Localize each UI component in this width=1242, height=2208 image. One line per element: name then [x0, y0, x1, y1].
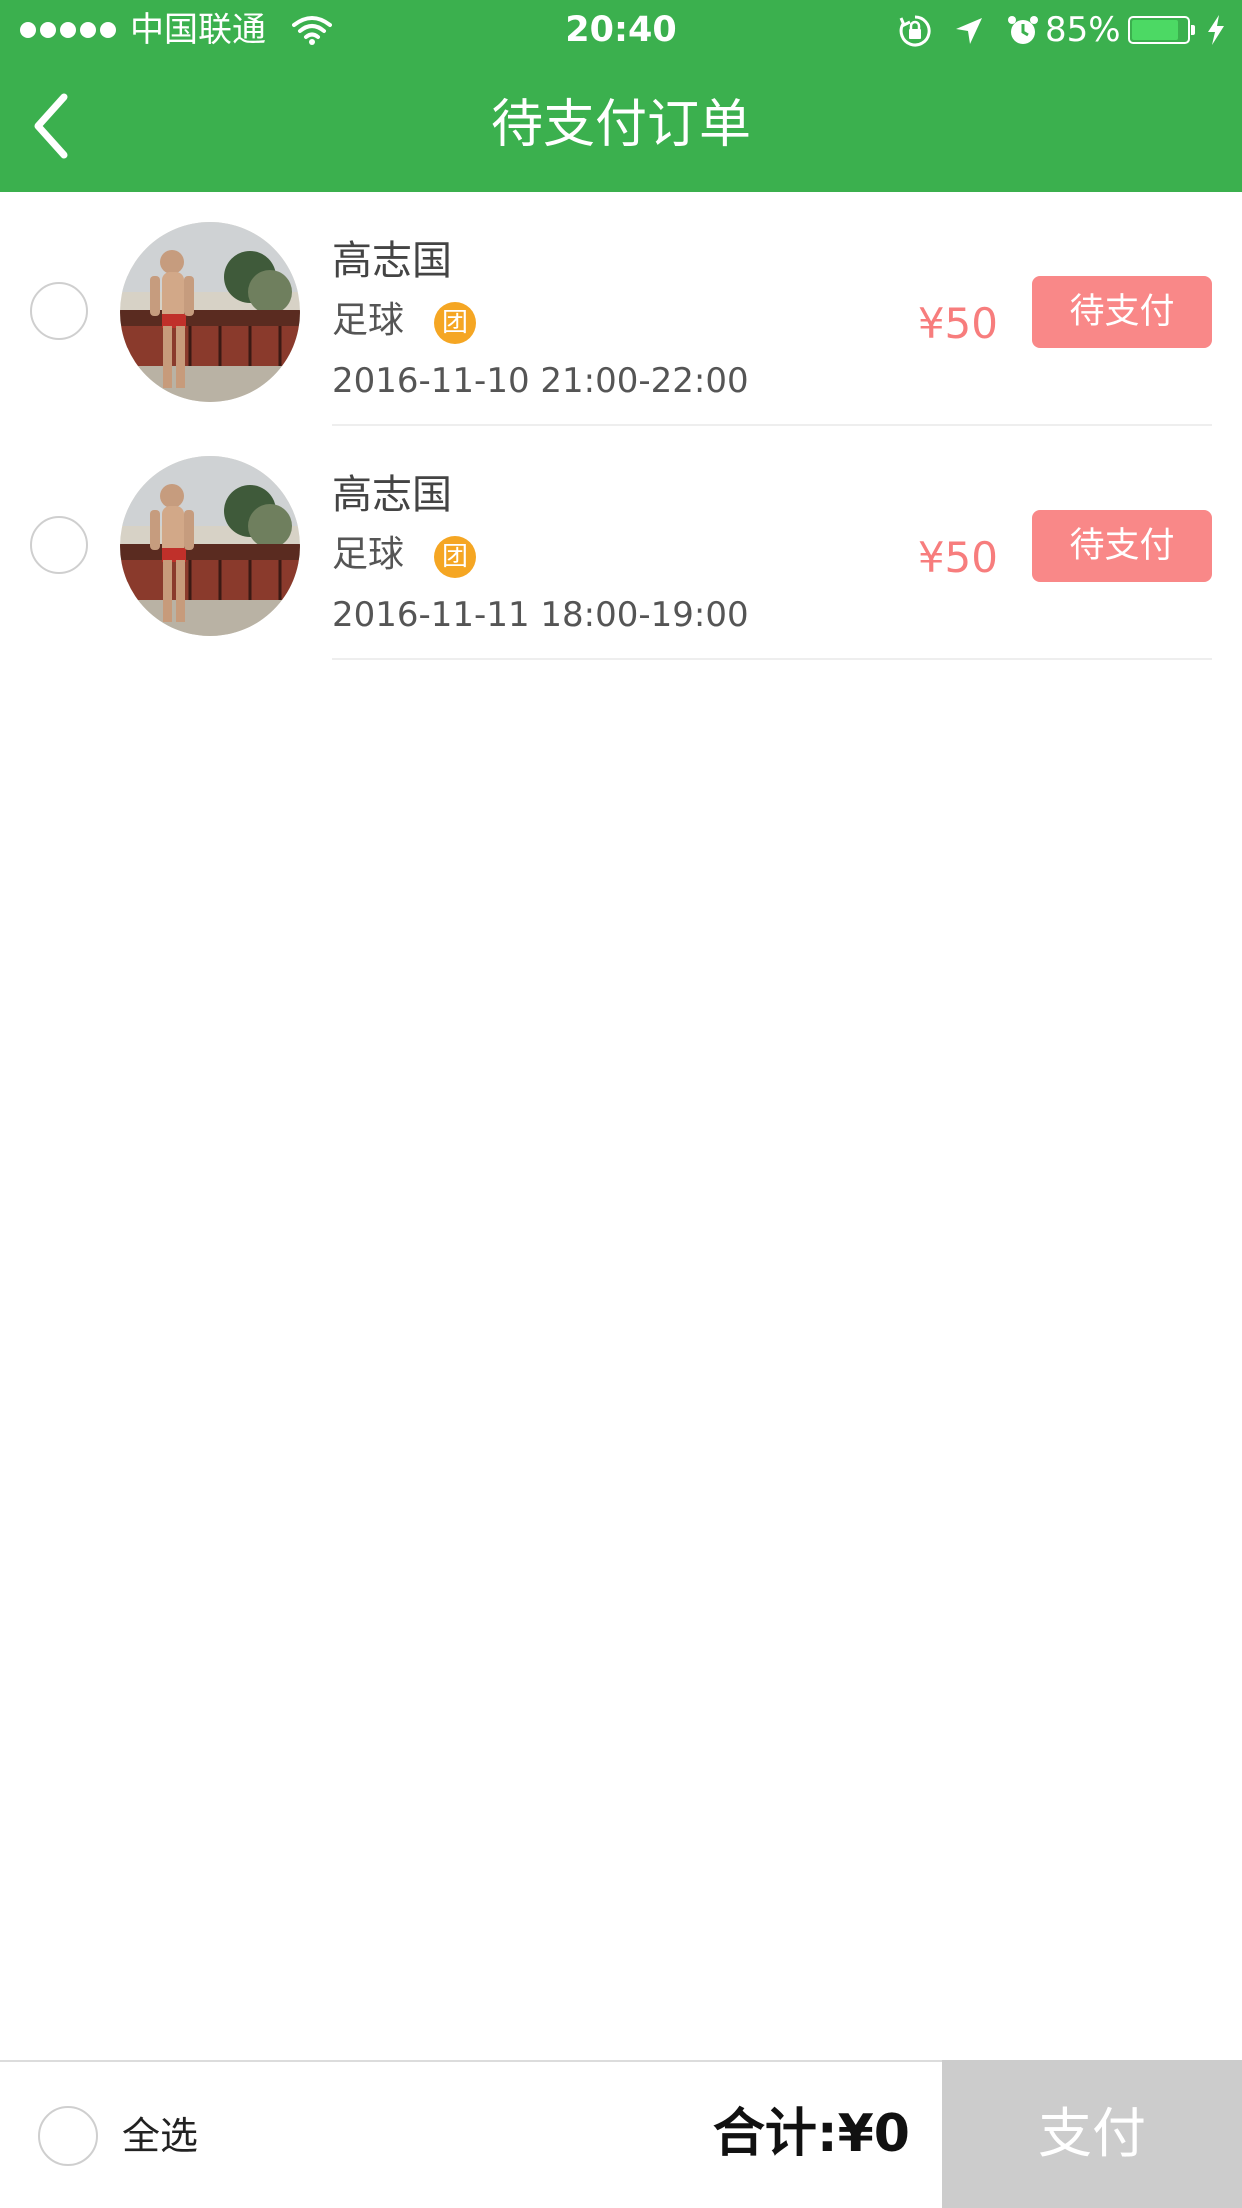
order-time: 2016-11-11 18:00-19:00 [332, 595, 749, 635]
order-price: ¥50 [917, 299, 998, 348]
order-item[interactable]: 高志国 足球 团 2016-11-10 21:00-22:00 ¥50 待支付 [0, 192, 1242, 426]
select-all-label[interactable]: 全选 [122, 2110, 198, 2162]
avatar [120, 456, 300, 636]
order-price: ¥50 [917, 533, 998, 582]
page-title: 待支付订单 [490, 95, 751, 155]
checkout-bar: 全选 合计:¥0 支付 [0, 2060, 1242, 2208]
order-name: 高志国 [332, 472, 452, 518]
select-all-radio[interactable] [38, 2106, 98, 2166]
battery-level-fill [1132, 20, 1178, 40]
select-radio[interactable] [30, 282, 88, 340]
total-amount: 合计:¥0 [712, 2104, 910, 2164]
order-item[interactable]: 高志国 足球 团 2016-11-11 18:00-19:00 ¥50 待支付 [0, 426, 1242, 660]
order-time: 2016-11-10 21:00-22:00 [332, 361, 749, 401]
group-badge-icon: 团 [434, 302, 476, 344]
status-bar: 中国联通 20:40 85% [0, 0, 1242, 60]
battery-icon [1128, 16, 1195, 44]
location-arrow-icon [954, 16, 984, 50]
orientation-lock-icon [898, 14, 932, 52]
group-badge-icon: 团 [434, 536, 476, 578]
top-bar: 中国联通 20:40 85% 待支付订单 [0, 0, 1242, 192]
order-name: 高志国 [332, 238, 452, 284]
alarm-icon [1006, 14, 1040, 52]
order-list: 高志国 足球 团 2016-11-10 21:00-22:00 ¥50 待支付 [0, 192, 1242, 660]
divider [332, 658, 1212, 660]
pending-payment-button[interactable]: 待支付 [1032, 276, 1212, 348]
order-sport: 足球 [332, 534, 405, 575]
charging-bolt-icon [1206, 14, 1226, 50]
pay-button[interactable]: 支付 [942, 2060, 1242, 2208]
pending-payment-button[interactable]: 待支付 [1032, 510, 1212, 582]
battery-percent: 85% [1045, 10, 1121, 50]
order-sport: 足球 [332, 300, 405, 341]
select-radio[interactable] [30, 516, 88, 574]
avatar [120, 222, 300, 402]
